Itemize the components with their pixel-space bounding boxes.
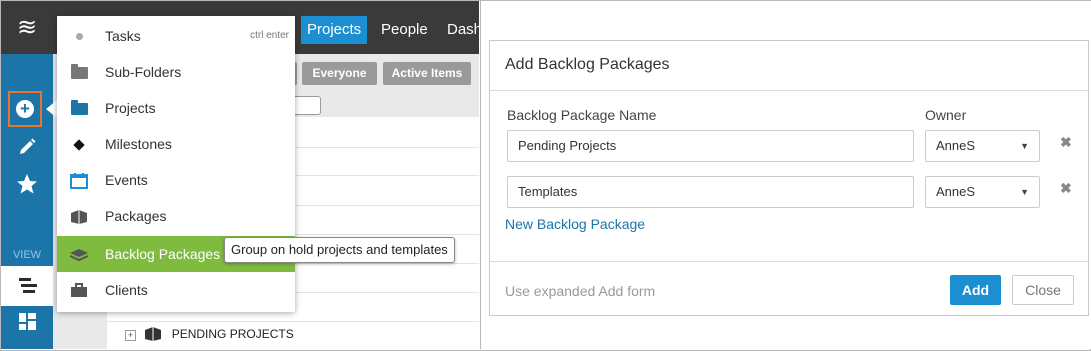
remove-row-icon[interactable]: ✖ (1060, 134, 1072, 151)
tooltip: Group on hold projects and templates (224, 237, 455, 263)
menu-item-label: Backlog Packages (105, 246, 221, 262)
expanded-form-link[interactable]: Use expanded Add form (505, 283, 655, 299)
divider (490, 261, 1088, 262)
calendar-icon (69, 162, 89, 198)
menu-item-sub-folders[interactable]: Sub-Folders (57, 54, 295, 90)
menu-item-projects[interactable]: Projects (57, 90, 295, 126)
list-view-icon (19, 278, 37, 296)
menu-item-label: Tasks (105, 28, 141, 44)
divider (490, 90, 1088, 91)
menu-item-milestones[interactable]: Milestones (57, 126, 295, 162)
name-column-label: Backlog Package Name (507, 107, 657, 123)
package-icon (144, 326, 162, 344)
menu-item-tasks[interactable]: Tasks ctrl enter (57, 18, 295, 54)
folder-blue-icon (69, 90, 89, 126)
package-name-field[interactable]: Pending Projects (507, 130, 914, 162)
list-view-button[interactable] (1, 266, 53, 306)
tree-row[interactable]: + PENDING PROJECTS (125, 326, 294, 344)
filter-everyone-button[interactable]: Everyone (302, 62, 377, 85)
select-value: AnneS (936, 138, 976, 153)
dialog-title: Add Backlog Packages (505, 56, 670, 73)
add-button[interactable]: + (8, 91, 42, 127)
field-value: Templates (518, 184, 578, 199)
close-button[interactable]: Close (1012, 275, 1074, 305)
nav-projects[interactable]: Projects (301, 16, 368, 44)
menu-item-events[interactable]: Events (57, 162, 295, 198)
add-button[interactable]: Add (950, 275, 1001, 305)
owner-column-label: Owner (925, 107, 967, 123)
add-menu: Tasks ctrl enter Sub-Folders Projects Mi… (57, 16, 295, 312)
tree-row-label: PENDING PROJECTS (171, 327, 294, 342)
menu-item-packages[interactable]: Packages (57, 198, 295, 234)
diamond-icon (69, 126, 89, 162)
owner-select[interactable]: AnneS ▼ (925, 176, 1040, 208)
owner-select[interactable]: AnneS ▼ (925, 130, 1040, 162)
menu-pointer (46, 100, 57, 118)
view-section-label: VIEW (12, 249, 42, 261)
package-icon (69, 198, 89, 234)
add-icon: + (16, 100, 34, 118)
select-value: AnneS (936, 184, 976, 199)
chevron-down-icon: ▼ (1020, 187, 1029, 197)
briefcase-icon (69, 272, 89, 308)
folder-grey-icon (69, 54, 89, 90)
menu-item-label: Clients (105, 282, 148, 298)
filter-active-items-button[interactable]: Active Items (383, 62, 471, 85)
package-name-field[interactable]: Templates (507, 176, 914, 208)
add-backlog-packages-dialog: Add Backlog Packages Backlog Package Nam… (489, 40, 1089, 316)
menu-item-label: Events (105, 172, 148, 188)
remove-row-icon[interactable]: ✖ (1060, 180, 1072, 197)
board-view-icon[interactable] (19, 313, 36, 330)
app-logo-icon[interactable]: ≋ (1, 1, 53, 54)
nav-people[interactable]: People (375, 16, 434, 44)
pencil-icon[interactable] (1, 137, 53, 160)
menu-item-label: Projects (105, 100, 156, 116)
new-backlog-package-link[interactable]: New Backlog Package (505, 216, 645, 232)
chevron-down-icon: ▼ (1020, 141, 1029, 151)
expand-icon[interactable]: + (125, 329, 136, 341)
menu-item-label: Milestones (105, 136, 172, 152)
menu-item-clients[interactable]: Clients (57, 272, 295, 308)
dot-icon (69, 18, 89, 54)
menu-item-label: Sub-Folders (105, 64, 182, 80)
menu-item-label: Packages (105, 208, 167, 224)
star-icon[interactable] (1, 173, 53, 198)
left-sidebar: ≋ + VIEW (1, 1, 53, 349)
shortcut-hint: ctrl enter (250, 30, 289, 41)
layers-icon (69, 236, 89, 272)
field-value: Pending Projects (518, 138, 617, 153)
